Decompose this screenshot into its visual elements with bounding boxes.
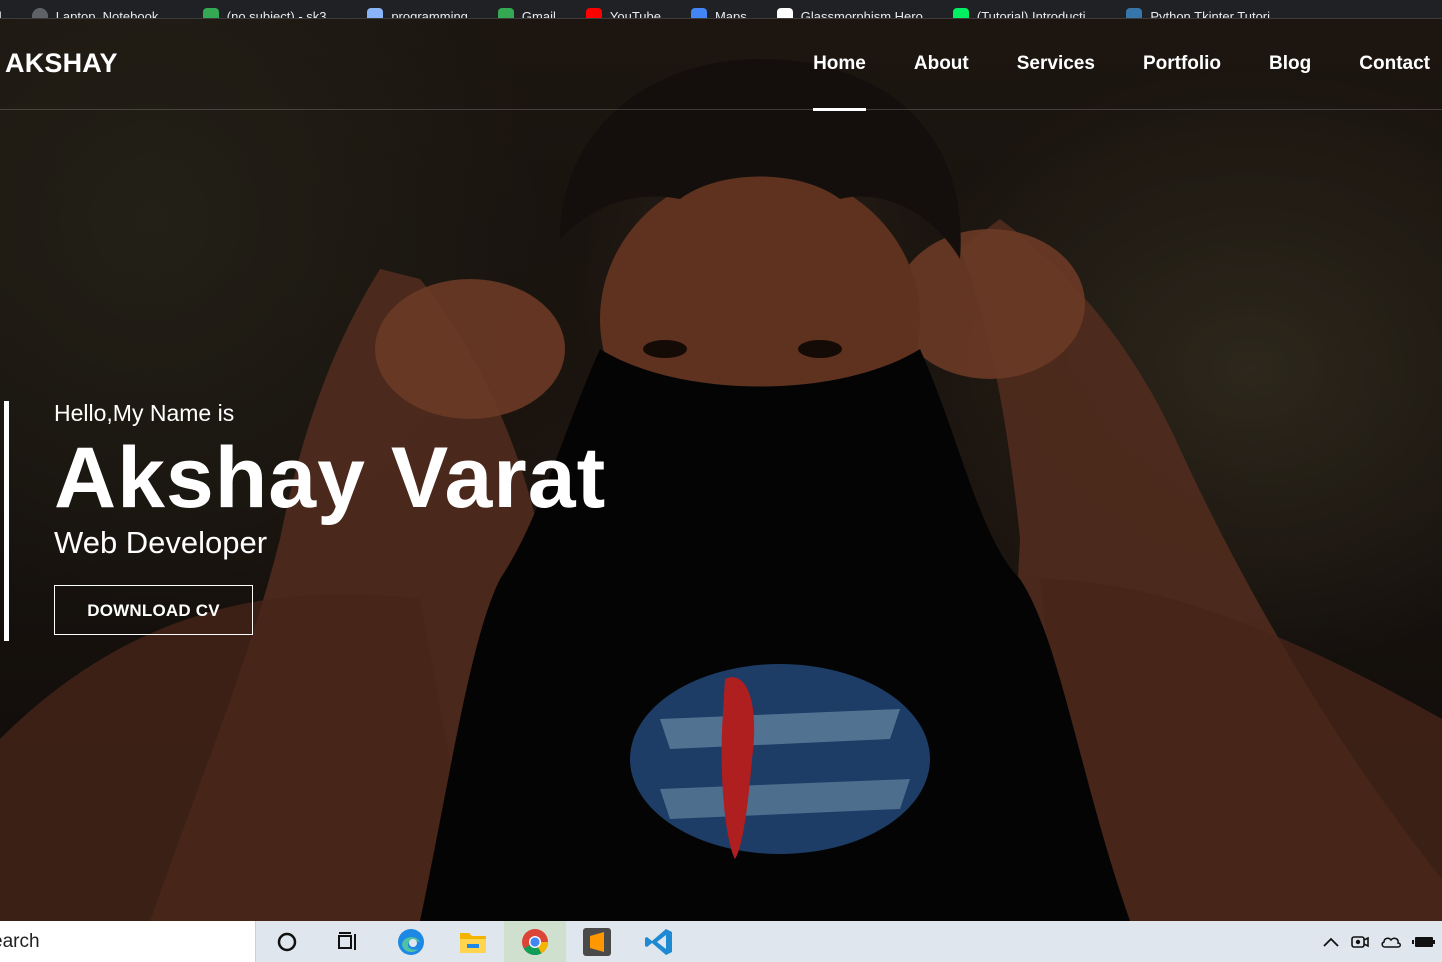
onedrive-icon[interactable] [1380,934,1402,950]
bookmark-item[interactable]: (Tutorial) Introducti... [952,8,1097,19]
bookmark-item[interactable]: (no subject) - sk3... [202,8,338,19]
bookmarks-bar: Bull Laptop, Notebook,... (no subject) -… [0,0,1442,19]
bookmark-label: YouTube [609,8,661,19]
navbar: AKSHAY Home About Services Portfolio Blo… [0,19,1442,111]
nav-link-about[interactable]: About [894,19,989,109]
nav-link-home[interactable]: Home [793,19,886,111]
cortana-icon[interactable] [256,921,318,962]
taskbar-search-input[interactable] [0,929,234,954]
bookmark-label: (no subject) - sk3... [226,8,338,19]
edge-icon[interactable] [380,921,442,962]
battery-icon[interactable] [1412,934,1438,950]
bookmark-item[interactable]: Maps [690,8,747,19]
hero-name: Akshay Varat [54,430,607,526]
bookmark-label: Laptop, Notebook,... [55,8,173,19]
taskbar-search[interactable] [0,921,256,962]
bookmark-item[interactable]: Gmail [497,8,556,19]
folder-icon [367,8,384,18]
hero-section: AKSHAY Home About Services Portfolio Blo… [0,19,1442,921]
bookmark-item[interactable]: programming [367,8,468,19]
bookmark-item[interactable]: Python Tkinter Tutori... [1126,8,1281,19]
maps-icon [690,8,707,18]
bookmark-item[interactable]: Laptop, Notebook,... [31,8,173,19]
youtube-icon [585,8,602,18]
windows-taskbar [0,921,1442,962]
file-explorer-icon[interactable] [442,921,504,962]
bookmark-label: Python Tkinter Tutori... [1150,8,1281,19]
task-view-icon[interactable] [318,921,380,962]
sublime-text-icon[interactable] [566,921,628,962]
chrome-icon[interactable] [504,921,566,962]
bookmark-label: (Tutorial) Introducti... [976,8,1097,19]
site-logo[interactable]: AKSHAY [5,48,118,79]
nav-link-portfolio[interactable]: Portfolio [1123,19,1241,109]
gmail-icon [202,8,219,18]
nav-link-services[interactable]: Services [997,19,1115,109]
nav-link-blog[interactable]: Blog [1249,19,1331,109]
globe-icon [31,8,48,18]
meet-icon[interactable] [1350,933,1370,951]
bookmark-item[interactable]: Glassmorphism Hero [776,8,923,19]
bookmark-label: programming [391,8,468,19]
vscode-icon[interactable] [628,921,690,962]
system-tray [1322,921,1442,962]
bookmark-label: Glassmorphism Hero [800,8,923,19]
chevron-up-icon[interactable] [1322,936,1340,948]
download-cv-button[interactable]: DOWNLOAD CV [54,585,253,635]
bookmark-label: Bull [0,9,2,18]
bookmark-partial[interactable]: Bull [0,9,2,18]
python-icon [1126,8,1143,18]
intro-block: Hello,My Name is Akshay Varat Web Develo… [54,399,606,635]
github-icon [776,8,793,18]
bookmark-label: Maps [714,8,747,19]
bookmark-item[interactable]: YouTube [585,8,661,19]
gmail-icon [497,8,514,18]
nav-links: Home About Services Portfolio Blog Conta… [789,19,1442,111]
greeting-text: Hello,My Name is [54,400,235,426]
datacamp-icon [952,8,969,18]
nav-link-contact[interactable]: Contact [1339,19,1442,109]
bookmark-label: Gmail [521,8,556,19]
hero-role: Web Developer [54,525,268,560]
intro-accent-bar [4,401,9,641]
